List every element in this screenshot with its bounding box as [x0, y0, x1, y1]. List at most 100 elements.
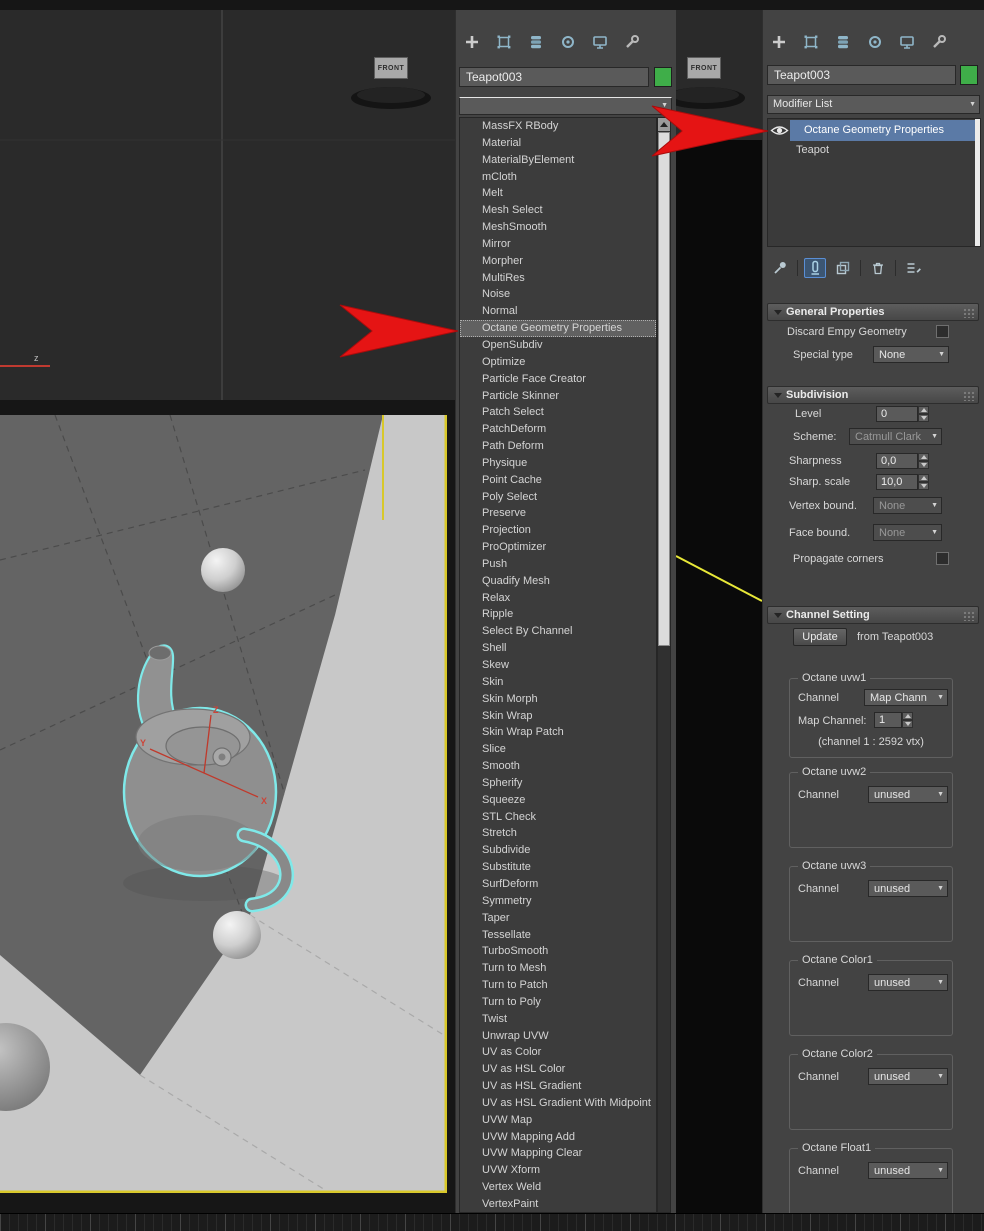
modifier-dropdown-item[interactable]: Particle Skinner [460, 388, 656, 405]
modifier-dropdown-item[interactable]: Substitute [460, 859, 656, 876]
modifier-dropdown-item[interactable]: Symmetry [460, 893, 656, 910]
configure-modifier-sets-icon[interactable] [902, 258, 924, 278]
show-end-result-icon[interactable] [804, 258, 826, 278]
motion-icon[interactable] [559, 33, 577, 51]
face-bound-dropdown[interactable]: None ▼ [873, 524, 942, 541]
modifier-dropdown-item[interactable]: MeshSmooth [460, 219, 656, 236]
modifier-dropdown-item[interactable]: Skin Morph [460, 691, 656, 708]
modifier-dropdown-item[interactable]: UV as HSL Gradient [460, 1078, 656, 1095]
modifier-dropdown-item[interactable]: Smooth [460, 758, 656, 775]
rollout-channel-setting[interactable]: Channel Setting [767, 606, 979, 624]
scheme-dropdown[interactable]: Catmull Clark ▼ [849, 428, 942, 445]
modifier-dropdown-item[interactable]: MultiRes [460, 270, 656, 287]
modifier-dropdown-item[interactable]: Skew [460, 657, 656, 674]
modifier-dropdown-item[interactable]: Turn to Patch [460, 977, 656, 994]
modifier-dropdown-item[interactable]: UVW Xform [460, 1162, 656, 1179]
modifier-dropdown-item[interactable]: Melt [460, 185, 656, 202]
viewport-dark-fragment[interactable] [676, 140, 762, 1213]
modifier-dropdown-item[interactable]: Stretch [460, 825, 656, 842]
sharp-scale-spinner[interactable]: 10,0 [876, 474, 918, 490]
create-icon[interactable] [770, 33, 788, 51]
modifier-dropdown-item[interactable]: Optimize [460, 354, 656, 371]
utilities-icon[interactable] [930, 33, 948, 51]
color1-channel-dropdown[interactable]: unused ▼ [868, 974, 948, 991]
color2-channel-dropdown[interactable]: unused ▼ [868, 1068, 948, 1085]
modifier-dropdown-item[interactable]: STL Check [460, 809, 656, 826]
modifier-dropdown-item[interactable]: Skin Wrap [460, 708, 656, 725]
modifier-dropdown-item[interactable]: Patch Select [460, 404, 656, 421]
modifier-dropdown-item[interactable]: Twist [460, 1011, 656, 1028]
modifier-dropdown-item[interactable]: UV as HSL Gradient With Midpoint [460, 1095, 656, 1112]
modifier-dropdown-item[interactable]: Point Cache [460, 472, 656, 489]
modifier-dropdown-item[interactable]: Normal [460, 303, 656, 320]
modifier-dropdown-item[interactable]: Projection [460, 522, 656, 539]
viewport-front[interactable]: z FRONT [0, 10, 455, 400]
modifier-dropdown-item[interactable]: Physique [460, 455, 656, 472]
uvw3-channel-dropdown[interactable]: unused ▼ [868, 880, 948, 897]
modifier-dropdown-item[interactable]: Noise [460, 286, 656, 303]
modifier-dropdown-item[interactable]: Octane Geometry Properties [460, 320, 656, 337]
viewport-perspective[interactable]: Y X Z [0, 415, 447, 1193]
viewport-front-fragment[interactable]: FRONT [676, 10, 762, 140]
modifier-dropdown-item[interactable]: Ripple [460, 606, 656, 623]
modifier-dropdown-item[interactable]: Spherify [460, 775, 656, 792]
sharp-scale-spinner-arrows[interactable] [918, 474, 929, 490]
hierarchy-icon[interactable] [834, 33, 852, 51]
display-icon[interactable] [898, 33, 916, 51]
object-color-swatch[interactable] [654, 67, 672, 87]
display-icon[interactable] [591, 33, 609, 51]
map-channel-spinner[interactable]: 1 [874, 712, 902, 728]
modifier-dropdown-item[interactable]: Relax [460, 590, 656, 607]
stack-item-teapot[interactable]: Teapot [768, 141, 975, 159]
vertex-bound-dropdown[interactable]: None ▼ [873, 497, 942, 514]
modifier-dropdown-item[interactable]: Preserve [460, 505, 656, 522]
create-icon[interactable] [463, 33, 481, 51]
remove-modifier-icon[interactable] [867, 258, 889, 278]
modifier-dropdown-item[interactable]: Vertex Weld [460, 1179, 656, 1196]
stack-scrollbar[interactable] [975, 119, 980, 246]
modifier-dropdown-item[interactable]: UVW Map [460, 1112, 656, 1129]
pin-stack-icon[interactable] [769, 258, 791, 278]
modifier-dropdown-item[interactable]: Subdivide [460, 842, 656, 859]
object-name-field[interactable]: Teapot003 [767, 65, 956, 85]
modifier-dropdown-item[interactable]: Skin Wrap Patch [460, 724, 656, 741]
modifier-list-combo-open[interactable]: ▼ [459, 97, 672, 115]
modify-icon[interactable] [495, 33, 513, 51]
modifier-dropdown-item[interactable]: MassFX RBody [460, 118, 656, 135]
float1-channel-dropdown[interactable]: unused ▼ [868, 1162, 948, 1179]
modifier-dropdown-item[interactable]: TurboSmooth [460, 943, 656, 960]
modifier-dropdown-item[interactable]: Mirror [460, 236, 656, 253]
modifier-dropdown-item[interactable]: Particle Face Creator [460, 371, 656, 388]
teapot-front-silhouette[interactable] [351, 87, 431, 109]
track-bar[interactable] [0, 1213, 984, 1231]
modifier-dropdown-item[interactable]: OpenSubdiv [460, 337, 656, 354]
modifier-dropdown-item[interactable]: UV as HSL Color [460, 1061, 656, 1078]
discard-empty-geometry-checkbox[interactable] [936, 325, 949, 338]
modifier-dropdown-item[interactable]: PatchDeform [460, 421, 656, 438]
modifier-dropdown-item[interactable]: Poly Select [460, 489, 656, 506]
modifier-dropdown-item[interactable]: mCloth [460, 169, 656, 186]
rollout-subdivision[interactable]: Subdivision [767, 386, 979, 404]
modifier-dropdown-item[interactable]: Path Deform [460, 438, 656, 455]
stack-item-octane-geometry-properties[interactable]: Octane Geometry Properties [790, 120, 975, 141]
modify-icon[interactable] [802, 33, 820, 51]
utilities-icon[interactable] [623, 33, 641, 51]
rollout-general-properties[interactable]: General Properties [767, 303, 979, 321]
modifier-dropdown-item[interactable]: Squeeze [460, 792, 656, 809]
modifier-dropdown-item[interactable]: Morpher [460, 253, 656, 270]
modifier-dropdown-item[interactable]: Slice [460, 741, 656, 758]
scroll-up-arrow-icon[interactable] [658, 118, 670, 131]
uvw1-channel-dropdown[interactable]: Map Chann ▼ [864, 689, 948, 706]
modifier-dropdown-item[interactable]: Turn to Mesh [460, 960, 656, 977]
propagate-corners-checkbox[interactable] [936, 552, 949, 565]
map-channel-spinner-arrows[interactable] [902, 712, 913, 728]
modifier-dropdown-item[interactable]: ProOptimizer [460, 539, 656, 556]
make-unique-icon[interactable] [832, 258, 854, 278]
modifier-dropdown-item[interactable]: Quadify Mesh [460, 573, 656, 590]
modifier-dropdown-item[interactable]: UV as Color [460, 1044, 656, 1061]
viewport-label-front[interactable]: FRONT [687, 57, 721, 79]
modifier-dropdown-item[interactable]: Mesh Select [460, 202, 656, 219]
modifier-dropdown-item[interactable]: SurfDeform [460, 876, 656, 893]
modifier-dropdown-item[interactable]: UVW Mapping Add [460, 1129, 656, 1146]
motion-icon[interactable] [866, 33, 884, 51]
